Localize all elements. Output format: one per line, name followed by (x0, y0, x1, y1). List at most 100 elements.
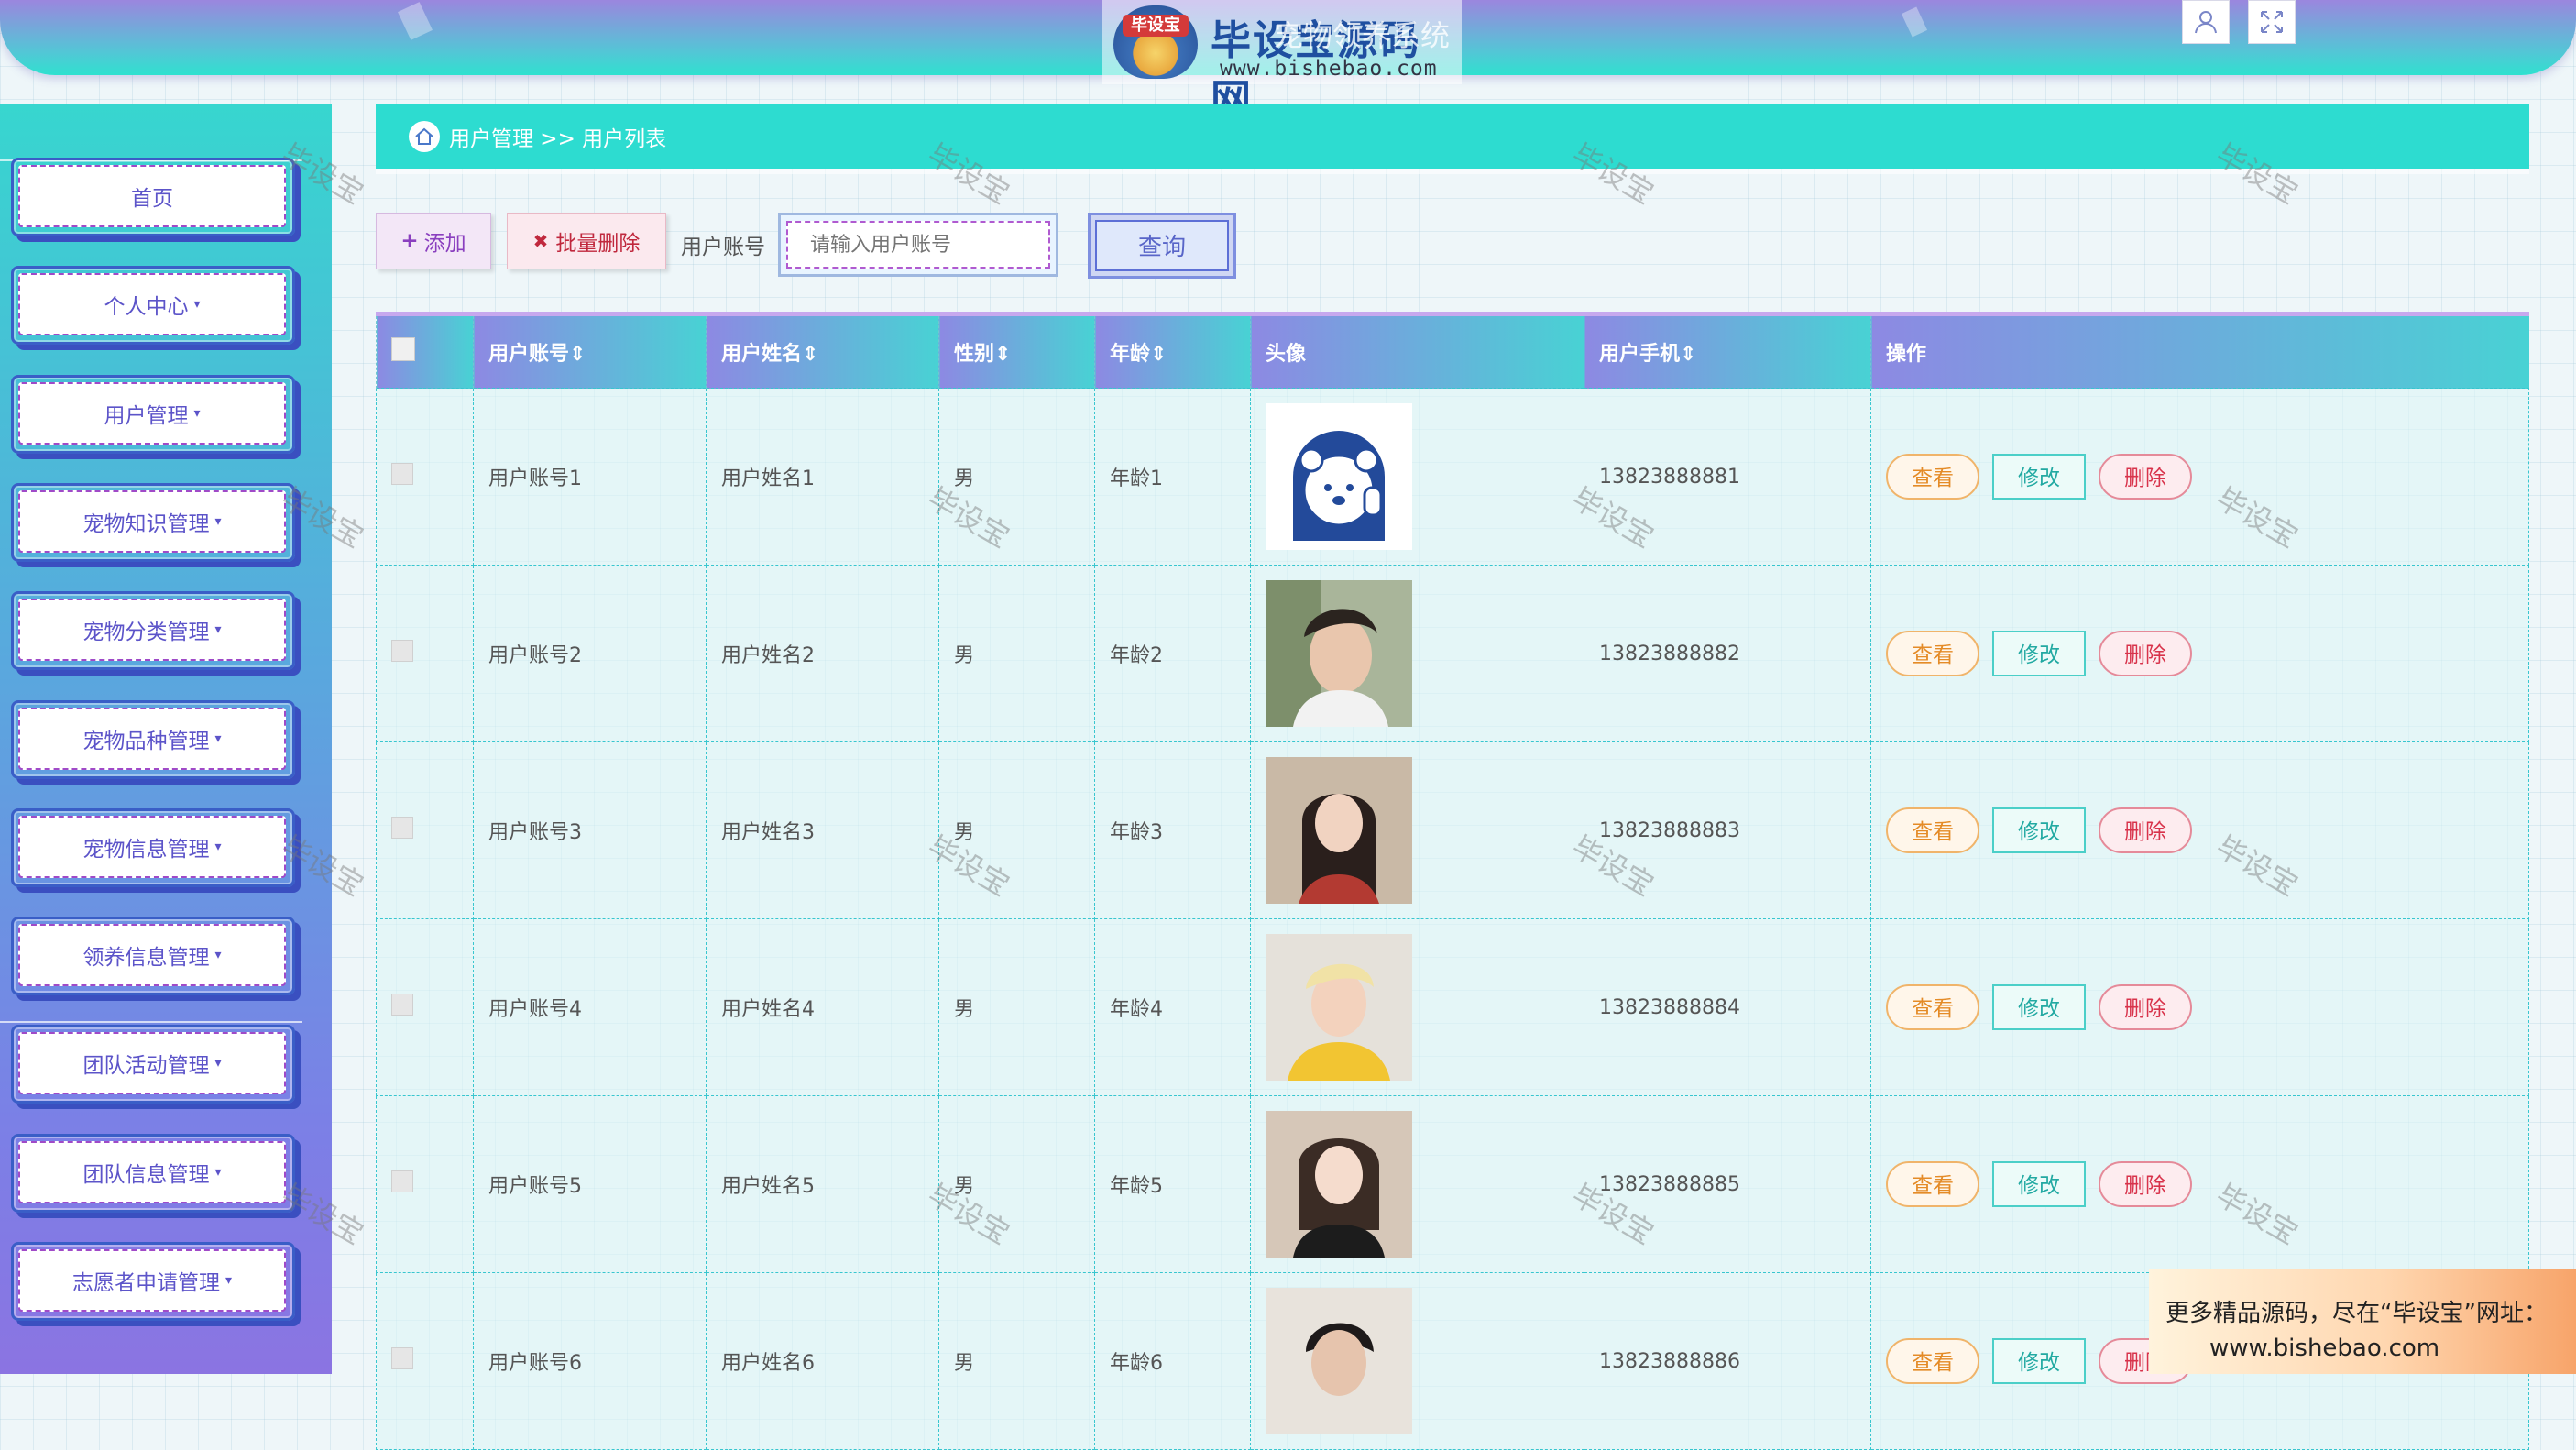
chevron-down-icon: ▾ (214, 730, 222, 746)
avatar (1266, 580, 1584, 727)
cell-avatar (1250, 1272, 1584, 1450)
sort-icon: ⇕ (1150, 343, 1167, 366)
sidebar-item-3[interactable]: 宠物知识管理 ▾ (11, 482, 295, 562)
edit-button[interactable]: 修改 (1992, 984, 2086, 1030)
view-button[interactable]: 查看 (1886, 454, 1979, 500)
row-checkbox[interactable] (391, 994, 413, 1016)
col-avatar: 头像 (1250, 312, 1584, 389)
row-select-cell (376, 1272, 474, 1450)
batch-delete-button[interactable]: ✖ 批量删除 (507, 213, 666, 269)
sort-icon: ⇕ (569, 343, 586, 366)
sidebar-item-6[interactable]: 宠物信息管理 ▾ (11, 807, 295, 887)
edit-button[interactable]: 修改 (1992, 1161, 2086, 1207)
view-button[interactable]: 查看 (1886, 984, 1979, 1030)
cell-gender: 男 (938, 388, 1095, 566)
sidebar-item-body: 个人中心 ▾ (18, 273, 286, 336)
cell-gender: 男 (938, 918, 1095, 1096)
sidebar-item-1[interactable]: 个人中心 ▾ (11, 266, 295, 346)
chevron-down-icon: ▾ (214, 1164, 222, 1180)
sidebar-item-body: 志愿者申请管理 ▾ (18, 1249, 286, 1312)
promo-line-1: 更多精品源码，尽在“毕设宝”网址： (2165, 1300, 2548, 1327)
cell-name: 用户姓名6 (706, 1272, 939, 1450)
delete-button[interactable]: 删除 (2099, 631, 2192, 676)
edit-button[interactable]: 修改 (1992, 1338, 2086, 1384)
row-checkbox[interactable] (391, 817, 413, 839)
chevron-down-icon: ▾ (214, 839, 222, 854)
home-icon[interactable] (409, 121, 440, 152)
chevron-down-icon: ▾ (214, 948, 222, 963)
edit-button[interactable]: 修改 (1992, 454, 2086, 500)
sidebar-item-4[interactable]: 宠物分类管理 ▾ (11, 591, 295, 671)
cell-account: 用户账号4 (473, 918, 707, 1096)
promo-banner[interactable]: 更多精品源码，尽在“毕设宝”网址： www.bishebao.com (2149, 1269, 2576, 1374)
sidebar-item-body: 领养信息管理 ▾ (18, 924, 286, 987)
col-age[interactable]: 年龄⇕ (1094, 312, 1251, 389)
query-button[interactable]: 查询 (1088, 213, 1236, 279)
cell-name: 用户姓名2 (706, 565, 939, 742)
col-gender[interactable]: 性别⇕ (938, 312, 1095, 389)
chevron-down-icon: ▾ (193, 405, 201, 421)
col-phone[interactable]: 用户手机⇕ (1584, 312, 1871, 389)
user-button[interactable] (2182, 0, 2230, 44)
sidebar-item-9[interactable]: 团队信息管理 ▾ (11, 1133, 295, 1213)
sidebar-item-label: 用户管理 (104, 403, 189, 428)
fullscreen-icon (2261, 11, 2283, 33)
sidebar-item-label: 宠物分类管理 (82, 621, 210, 645)
cell-gender: 男 (938, 1095, 1095, 1273)
select-all-checkbox[interactable] (391, 337, 415, 361)
row-checkbox[interactable] (391, 1170, 413, 1192)
delete-button[interactable]: 删除 (2099, 454, 2192, 500)
cell-phone: 13823888886 (1584, 1272, 1871, 1450)
sidebar-item-body: 宠物品种管理 ▾ (18, 707, 286, 770)
chevron-down-icon: ▾ (193, 297, 201, 313)
sidebar-item-body: 用户管理 ▾ (18, 381, 286, 445)
cell-account: 用户账号3 (473, 741, 707, 919)
delete-button[interactable]: 删除 (2099, 984, 2192, 1030)
col-account[interactable]: 用户账号⇕ (473, 312, 707, 389)
sidebar-item-0[interactable]: 首页 (11, 158, 295, 236)
view-button[interactable]: 查看 (1886, 631, 1979, 676)
add-button[interactable]: + 添加 (376, 213, 491, 269)
delete-button[interactable]: 删除 (2099, 807, 2192, 853)
cell-avatar (1250, 918, 1584, 1096)
fullscreen-button[interactable] (2248, 0, 2296, 44)
system-title: 宠物领养系统 (1274, 18, 1451, 53)
sidebar-item-body: 首页 (18, 165, 286, 227)
view-button[interactable]: 查看 (1886, 807, 1979, 853)
row-select-cell (376, 1095, 474, 1273)
row-checkbox[interactable] (391, 1347, 413, 1369)
view-button[interactable]: 查看 (1886, 1161, 1979, 1207)
batch-delete-label: 批量删除 (555, 232, 641, 256)
cell-account: 用户账号1 (473, 388, 707, 566)
cell-account: 用户账号2 (473, 565, 707, 742)
cell-age: 年龄1 (1094, 388, 1251, 566)
avatar (1266, 1111, 1584, 1258)
sort-icon: ⇕ (802, 343, 819, 366)
sidebar-item-body: 宠物信息管理 ▾ (18, 815, 286, 878)
cell-phone: 13823888884 (1584, 918, 1871, 1096)
col-name[interactable]: 用户姓名⇕ (706, 312, 939, 389)
cell-phone: 13823888881 (1584, 388, 1871, 566)
sidebar-item-8[interactable]: 团队活动管理 ▾ (11, 1025, 295, 1104)
edit-button[interactable]: 修改 (1992, 631, 2086, 676)
delete-button[interactable]: 删除 (2099, 1161, 2192, 1207)
sidebar-item-10[interactable]: 志愿者申请管理 ▾ (11, 1242, 295, 1321)
cell-age: 年龄3 (1094, 741, 1251, 919)
select-all-cell (376, 312, 474, 389)
sidebar-item-label: 宠物知识管理 (82, 511, 210, 536)
query-button-label: 查询 (1095, 220, 1229, 271)
cell-actions: 查看 修改 删除 (1870, 565, 2529, 742)
row-checkbox[interactable] (391, 640, 413, 662)
table-row: 用户账号5 用户姓名5 男年龄5 13823888885 查看 修改 删除 (376, 1095, 2529, 1273)
sidebar-item-2[interactable]: 用户管理 ▾ (11, 374, 295, 454)
view-button[interactable]: 查看 (1886, 1338, 1979, 1384)
sidebar-item-label: 团队信息管理 (82, 1162, 210, 1187)
sidebar-item-5[interactable]: 宠物品种管理 ▾ (11, 699, 295, 779)
sidebar-item-7[interactable]: 领养信息管理 ▾ (11, 917, 295, 996)
delete-x-icon: ✖ (532, 230, 549, 252)
cell-avatar (1250, 1095, 1584, 1273)
search-input[interactable] (786, 221, 1050, 269)
row-select-cell (376, 388, 474, 566)
row-checkbox[interactable] (391, 463, 413, 485)
edit-button[interactable]: 修改 (1992, 807, 2086, 853)
